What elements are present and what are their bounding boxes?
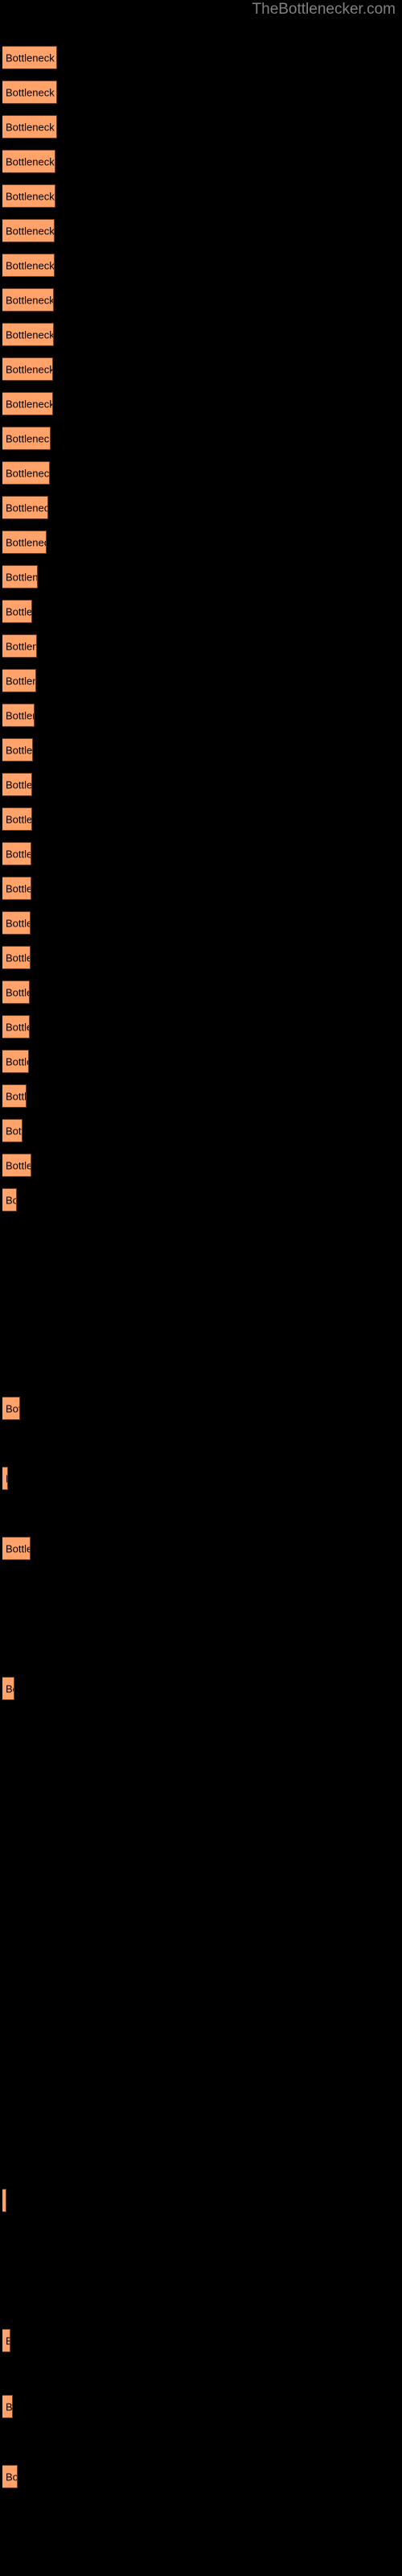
bar-16: Bottleneck result: [2, 565, 38, 588]
bar-label: Bottleneck result: [6, 882, 31, 894]
bar-23: Bottleneck result: [2, 807, 32, 831]
bar-label: Bottleneck result: [6, 813, 32, 825]
bar-19: Bottleneck result: [2, 669, 36, 692]
bar-label: Bottleneck result: [6, 502, 47, 514]
bar-40: Bottleneck result: [2, 1467, 8, 1490]
bar-label: Bottleneck result: [6, 155, 55, 167]
bar-label: Bottleneck result: [6, 52, 56, 64]
bar-28: Bottleneck result: [2, 980, 30, 1004]
bar-3: Bottleneck result: [2, 115, 57, 138]
bar-53: Bottleneck result: [2, 2329, 10, 2352]
bar-label: Bottleneck result: [6, 1542, 30, 1554]
bar-14: Bottleneck result: [2, 496, 48, 519]
bar-12: Bottleneck result: [2, 427, 51, 450]
bar-label: Bottleneck result: [6, 1021, 29, 1033]
bar-label: Bottleneck result: [6, 536, 46, 548]
bar-label: Bottleneck result: [6, 467, 50, 479]
bar-8: Bottleneck result: [2, 288, 54, 312]
bar-15: Bottleneck result: [2, 530, 47, 554]
bar-27: Bottleneck result: [2, 946, 31, 969]
bar-label: Bottleneck result: [6, 1402, 19, 1414]
bar-label: Bottleneck result: [6, 2334, 10, 2347]
bar-2: Bottleneck result: [2, 80, 57, 104]
bar-55: Bottleneck result: [2, 2465, 18, 2488]
bar-label: Bottleneck result: [6, 363, 53, 375]
bar-24: Bottleneck result: [2, 842, 31, 865]
bar-label: Bottleneck result: [6, 640, 36, 652]
bar-33: Bottleneck result: [2, 1154, 31, 1177]
bottleneck-bar-chart: TheBottlenecker.com Bottleneck resultBot…: [0, 0, 402, 2576]
bar-label: Bottleneck result: [6, 1125, 22, 1137]
bar-1: Bottleneck result: [2, 46, 57, 69]
bar-25: Bottleneck result: [2, 877, 31, 900]
bar-22: Bottleneck result: [2, 773, 32, 796]
bar-label: Bottleneck result: [6, 848, 31, 860]
bar-label: Bottleneck result: [6, 2401, 13, 2413]
bar-31: Bottleneck result: [2, 1084, 27, 1108]
bar-4: Bottleneck result: [2, 150, 55, 173]
bar-10: Bottleneck result: [2, 357, 53, 381]
bar-label: Bottleneck result: [6, 986, 29, 998]
bar-32: Bottleneck result: [2, 1119, 23, 1142]
bar-41: Bottleneck result: [2, 1537, 31, 1560]
bar-18: Bottleneck result: [2, 634, 37, 658]
bar-label: Bottleneck result: [6, 259, 55, 271]
bar-label: Bottleneck result: [6, 675, 35, 687]
bar-11: Bottleneck result: [2, 392, 53, 415]
bar-label: Bottleneck result: [6, 709, 34, 721]
bar-label: Bottleneck result: [6, 605, 32, 617]
bar-label: Bottleneck result: [6, 778, 32, 791]
bar-label: Bottleneck result: [6, 952, 30, 964]
bar-7: Bottleneck result: [2, 254, 55, 277]
bar-label: Bottleneck result: [6, 1159, 31, 1171]
bar-5: Bottleneck result: [2, 184, 55, 208]
bar-6: Bottleneck result: [2, 219, 55, 242]
bar-54: Bottleneck result: [2, 2395, 13, 2418]
bar-label: Bottleneck result: [6, 917, 30, 929]
bar-label: Bottleneck result: [6, 744, 33, 756]
bar-label: Bottleneck result: [6, 2471, 18, 2483]
bar-20: Bottleneck result: [2, 704, 35, 727]
bar-29: Bottleneck result: [2, 1015, 30, 1038]
bar-label: Bottleneck result: [6, 121, 56, 133]
bar-label: Bottleneck result: [6, 571, 38, 583]
bar-label: Bottleneck result: [6, 1472, 7, 1484]
bar-label: Bottleneck result: [6, 398, 53, 410]
bar-34: Bottleneck result: [2, 1188, 17, 1212]
bar-label: Bottleneck result: [6, 1194, 16, 1206]
bar-43: Bottleneck result: [2, 1677, 14, 1700]
bar-label: Bottleneck result: [6, 432, 51, 444]
bar-21: Bottleneck result: [2, 738, 33, 762]
bar-label: Bottleneck result: [6, 294, 54, 306]
bar-9: Bottleneck result: [2, 323, 54, 346]
bar-label: Bottleneck result: [6, 225, 55, 237]
bar-51: Bottleneck result: [2, 2189, 6, 2212]
bar-label: Bottleneck result: [6, 1090, 27, 1102]
bar-26: Bottleneck result: [2, 911, 31, 935]
bar-label: Bottleneck result: [6, 1055, 28, 1067]
bar-label: Bottleneck result: [6, 190, 55, 202]
bar-series-layer: Bottleneck result Bottleneck result Bottle…: [0, 0, 402, 2576]
bar-39: Bottleneck result: [2, 1397, 20, 1420]
bar-label: Bottleneck result: [6, 86, 56, 98]
bar-17: Bottleneck result: [2, 600, 32, 623]
bar-label: Bottleneck result: [6, 328, 54, 341]
bar-label: Bottleneck result: [6, 1682, 14, 1695]
bar-30: Bottleneck result: [2, 1050, 29, 1073]
bar-13: Bottleneck result: [2, 461, 50, 485]
